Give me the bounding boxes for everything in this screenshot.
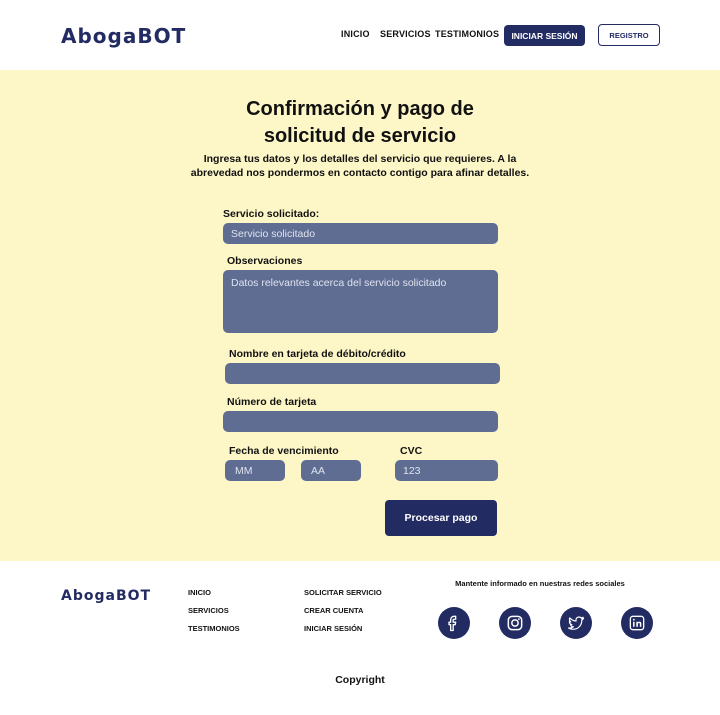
notes-textarea[interactable]	[223, 270, 498, 333]
card-name-input[interactable]	[225, 363, 500, 384]
brand-logo[interactable]: AbogaBOT	[61, 24, 186, 48]
page-title-line-2: solicitud de servicio	[263, 125, 457, 147]
card-number-input[interactable]	[223, 411, 498, 432]
facebook-glyph	[448, 615, 457, 632]
expiry-year-input[interactable]	[301, 460, 361, 481]
linkedin-icon[interactable]	[621, 607, 653, 639]
linkedin-glyph	[629, 615, 645, 631]
site-footer: AbogaBOT INICIO SERVICIOS TESTIMONIOS SO…	[0, 561, 720, 715]
twitter-glyph	[567, 616, 585, 630]
site-header: AbogaBOT INICIO SERVICIOS TESTIMONIOS IN…	[0, 0, 720, 70]
process-payment-button[interactable]: Procesar pago	[385, 500, 497, 536]
footer-link-iniciar-sesion[interactable]: INICIAR SESIÓN	[304, 624, 362, 633]
page-title: Confirmación y pago de solicitud de serv…	[0, 96, 720, 150]
instagram-glyph	[507, 615, 523, 631]
login-button[interactable]: INICIAR SESIÓN	[504, 25, 585, 46]
social-title: Mantente informado en nuestras redes soc…	[455, 579, 625, 588]
card-number-label: Número de tarjeta	[227, 396, 317, 408]
nav-link-inicio[interactable]: INICIO	[341, 29, 370, 39]
card-name-label: Nombre en tarjeta de débito/crédito	[229, 348, 406, 360]
service-label: Servicio solicitado:	[223, 208, 320, 220]
footer-logo[interactable]: AbogaBOT	[61, 588, 151, 604]
register-button[interactable]: REGISTRO	[598, 24, 660, 46]
notes-label: Observaciones	[227, 255, 303, 267]
cvc-input[interactable]	[395, 460, 498, 481]
footer-link-testimonios[interactable]: TESTIMONIOS	[188, 624, 240, 633]
expiry-label: Fecha de vencimiento	[229, 445, 339, 457]
instagram-icon[interactable]	[499, 607, 531, 639]
footer-link-servicios[interactable]: SERVICIOS	[188, 606, 229, 615]
twitter-icon[interactable]	[560, 607, 592, 639]
footer-link-crear-cuenta[interactable]: CREAR CUENTA	[304, 606, 363, 615]
nav-link-testimonios[interactable]: TESTIMONIOS	[435, 29, 499, 39]
page-title-line-1: Confirmación y pago de	[246, 98, 474, 120]
cvc-label: CVC	[400, 445, 423, 457]
service-input[interactable]	[223, 223, 498, 244]
footer-link-inicio[interactable]: INICIO	[188, 588, 211, 597]
facebook-icon[interactable]	[438, 607, 470, 639]
payment-section: Confirmación y pago de solicitud de serv…	[0, 70, 720, 561]
copyright-text: Copyright	[335, 674, 385, 686]
nav-link-servicios[interactable]: SERVICIOS	[380, 29, 431, 39]
expiry-month-input[interactable]	[225, 460, 285, 481]
page-subtitle: Ingresa tus datos y los detalles del ser…	[190, 153, 530, 179]
footer-link-solicitar-servicio[interactable]: SOLICITAR SERVICIO	[304, 588, 382, 597]
